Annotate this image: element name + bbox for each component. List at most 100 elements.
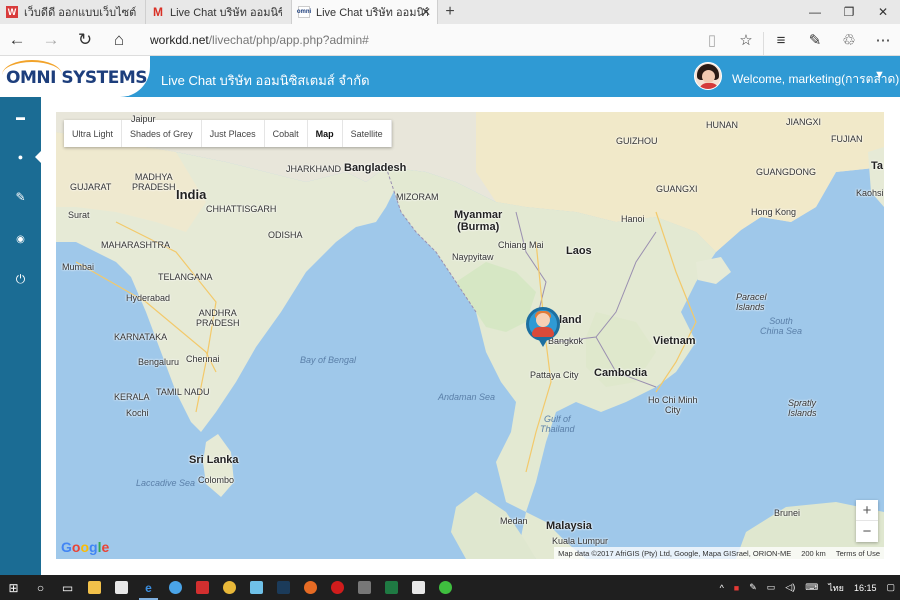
- sidebar-item-logout[interactable]: ⏻: [0, 262, 41, 296]
- sidebar-item-chat[interactable]: ▬: [0, 100, 41, 134]
- tab-title: Live Chat บริษัท ออมนิซิสเตมส์: [170, 7, 282, 19]
- restore-icon[interactable]: ❐: [832, 0, 866, 24]
- map-label-water: Andaman Sea: [438, 392, 496, 402]
- chevron-up-icon[interactable]: ^: [715, 583, 729, 593]
- map-label-state: JIANGXI: [786, 117, 822, 127]
- map-label-state: GUANGDONG: [756, 167, 817, 177]
- map-type-just-places[interactable]: Just Places: [202, 120, 265, 147]
- new-tab-button[interactable]: +: [438, 0, 462, 24]
- windows-taskbar: ⊞ ○ ▭ e ^ ■ ✎ ▭ ◁) ⌨ ไทย 16:15 ▢: [0, 575, 900, 600]
- tab-title: Live Chat บริษัท ออมนิซิสเ: [316, 7, 428, 19]
- home-icon[interactable]: ⌂: [102, 24, 136, 56]
- terms-link[interactable]: Terms of Use: [836, 549, 880, 558]
- web-note-icon[interactable]: ✎: [798, 24, 832, 56]
- calculator-icon[interactable]: [351, 575, 378, 600]
- url-host: workdd.net: [150, 32, 209, 47]
- map-label-state: GUANGXI: [656, 184, 698, 194]
- omni-favicon-icon: omni: [297, 6, 311, 18]
- chevron-down-icon[interactable]: ▼: [874, 69, 885, 81]
- chat-icon: ▬: [16, 112, 25, 122]
- map-label-city: Kochi: [126, 408, 149, 418]
- sidebar-item-monitor[interactable]: ◉: [0, 222, 41, 256]
- browser-tab-livechat[interactable]: omni Live Chat บริษัท ออมนิซิสเ ✕: [292, 0, 438, 24]
- search-icon[interactable]: ○: [27, 575, 54, 600]
- hub-icon[interactable]: ≡: [764, 24, 798, 56]
- forward-arrow-icon[interactable]: →: [34, 24, 68, 56]
- opera-icon[interactable]: [324, 575, 351, 600]
- task-view-icon[interactable]: ▭: [54, 575, 81, 600]
- firefox-icon[interactable]: [297, 575, 324, 600]
- visitor-location-pin[interactable]: [526, 307, 560, 353]
- map-type-ultra-light[interactable]: Ultra Light: [64, 120, 123, 147]
- map-label-country: India: [176, 187, 207, 202]
- google-map[interactable]: Ultra Light Shades of Grey Just Places C…: [56, 112, 884, 559]
- edge-browser-icon[interactable]: e: [135, 575, 162, 600]
- map-label-country: Bangladesh: [344, 162, 407, 174]
- sidebar: ▬ ● ✎ ◉ ⏻: [0, 97, 41, 575]
- pen-icon[interactable]: ✎: [744, 582, 762, 593]
- map-type-satellite[interactable]: Satellite: [343, 120, 392, 147]
- map-label-state: MIZORAM: [396, 192, 439, 202]
- user-avatar[interactable]: [694, 62, 722, 90]
- zoom-out-button[interactable]: −: [856, 521, 878, 542]
- map-label-water: Gulf of Thailand: [540, 414, 575, 434]
- map-label: Paracel Islands: [736, 292, 767, 312]
- language-indicator[interactable]: ไทย: [823, 581, 849, 595]
- map-type-map[interactable]: Map: [308, 120, 343, 147]
- zoom-in-button[interactable]: +: [856, 500, 878, 521]
- close-tab-icon[interactable]: ✕: [421, 5, 431, 19]
- more-icon[interactable]: ⋯: [866, 24, 900, 56]
- clock[interactable]: 16:15: [849, 583, 882, 593]
- refresh-icon[interactable]: ↻: [68, 24, 102, 56]
- share-icon[interactable]: ♲: [832, 24, 866, 56]
- sidebar-item-settings[interactable]: ✎: [0, 180, 41, 214]
- map-label-city: Hanoi: [621, 214, 645, 224]
- map-label-state: TELANGANA: [158, 272, 213, 282]
- map-label-city: Surat: [68, 210, 90, 220]
- logo-text: OMNI SYSTEMS: [6, 68, 148, 88]
- app-icon[interactable]: [243, 575, 270, 600]
- minimize-icon[interactable]: —: [798, 0, 832, 24]
- map-label: Jaipur: [131, 114, 156, 124]
- store-icon[interactable]: [108, 575, 135, 600]
- network-icon[interactable]: ▭: [762, 582, 781, 593]
- browser-tab-webdd[interactable]: W เว็บดีดี ออกแบบเว็บไซต์ รับทำเว็บ: [0, 0, 146, 24]
- map-label-country: land: [559, 314, 582, 326]
- close-window-icon[interactable]: ✕: [866, 0, 900, 24]
- map-attribution: Map data ©2017 AfriGIS (Pty) Ltd, Google…: [554, 547, 884, 559]
- notification-icon[interactable]: ▢: [881, 582, 900, 593]
- map-label-country: Sri Lanka: [189, 454, 239, 466]
- acrobat-icon[interactable]: [189, 575, 216, 600]
- chrome-icon[interactable]: [216, 575, 243, 600]
- keyboard-icon[interactable]: ⌨: [800, 582, 823, 593]
- map-label-state: MAHARASHTRA: [101, 240, 171, 250]
- volume-icon[interactable]: ◁): [780, 582, 800, 593]
- url-field[interactable]: workdd.net/livechat/php/app.php?admin#: [150, 33, 690, 47]
- map-type-shades-of-grey[interactable]: Shades of Grey: [122, 120, 202, 147]
- map-label-city: Kaohsi: [856, 188, 884, 198]
- favorite-star-icon[interactable]: ☆: [729, 24, 763, 56]
- start-button-icon[interactable]: ⊞: [0, 575, 27, 600]
- reading-view-icon[interactable]: ▯: [695, 24, 729, 56]
- map-label-water: South China Sea: [760, 316, 803, 336]
- messenger-icon[interactable]: [162, 575, 189, 600]
- file-explorer-icon[interactable]: [81, 575, 108, 600]
- omni-systems-logo[interactable]: OMNI SYSTEMS: [0, 56, 150, 97]
- map-label-state: KERALA: [114, 392, 150, 402]
- scale-label[interactable]: 200 km: [801, 549, 826, 558]
- word-icon[interactable]: [405, 575, 432, 600]
- map-label-state: FUJIAN: [831, 134, 863, 144]
- excel-icon[interactable]: [378, 575, 405, 600]
- line-icon[interactable]: [432, 575, 459, 600]
- map-label-city: Chennai: [186, 354, 220, 364]
- attribution-text: Map data ©2017 AfriGIS (Pty) Ltd, Google…: [558, 548, 792, 558]
- acrobat-tray-icon[interactable]: ■: [729, 583, 744, 593]
- map-label-state: JHARKHAND: [286, 164, 342, 174]
- browser-tab-gmail[interactable]: M Live Chat บริษัท ออมนิซิสเตมส์: [146, 0, 292, 24]
- photoshop-icon[interactable]: [270, 575, 297, 600]
- map-label: Ta: [871, 160, 884, 172]
- back-arrow-icon[interactable]: ←: [0, 24, 34, 56]
- google-logo[interactable]: Google: [61, 539, 109, 555]
- map-type-cobalt[interactable]: Cobalt: [265, 120, 308, 147]
- sidebar-item-map[interactable]: ●: [0, 140, 41, 174]
